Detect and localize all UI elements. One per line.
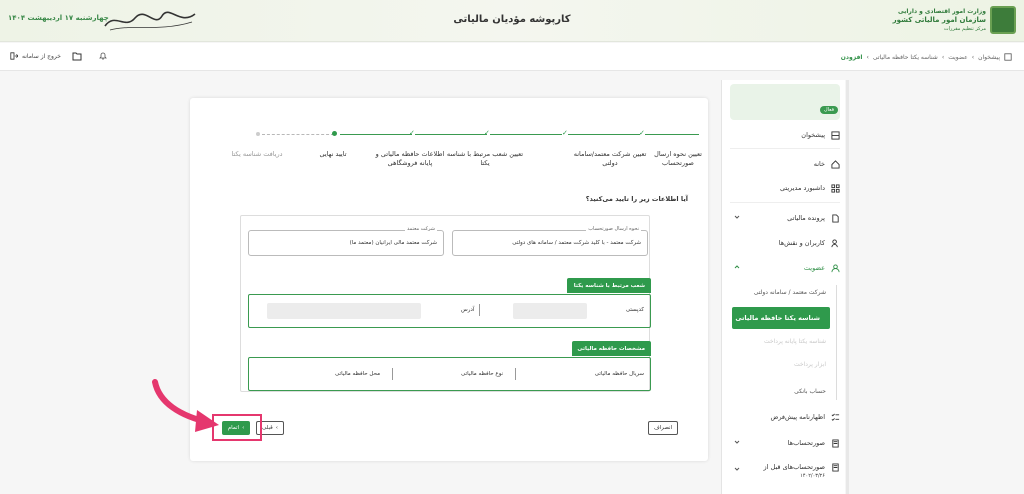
invoice-icon	[832, 438, 839, 448]
serial-label: سریال حافظه مالیاتی	[594, 371, 644, 377]
step-trusted-company: تعیین شرکت معتمد/سامانه دولتی	[573, 150, 647, 167]
sidebar-sub-trusted-company[interactable]: شرکت معتمد / سامانه دولتی	[736, 289, 826, 296]
current-step-dot	[332, 131, 337, 136]
checklist-icon	[831, 413, 840, 421]
sidebar-item-label: صورتحساب‌ها	[787, 439, 825, 447]
logout-button[interactable]: خروج از سامانه	[10, 52, 61, 60]
sidebar: فعال پیشخوان خانه داشبورد مدیریتی پرونده…	[721, 80, 845, 494]
step-receive-id: دریافت شناسه یکتا	[231, 150, 283, 158]
invoice-icon	[832, 463, 839, 472]
send-method-field: نحوه ارسال صورتحساب شرکت معتمد - با کلید…	[452, 226, 648, 256]
cancel-button[interactable]: انصراف	[648, 421, 678, 435]
sidebar-item-tax-file[interactable]: پرونده مالیاتی	[730, 211, 840, 225]
confirm-question: آیا اطلاعات زیر را تایید می‌کنید؟	[585, 195, 688, 203]
branches-box: کدپستی آدرس	[248, 294, 651, 328]
memory-box: سریال حافظه مالیاتی نوع حافظه مالیاتی مح…	[248, 357, 651, 391]
step-line-pending	[262, 134, 334, 135]
folder-add-icon[interactable]	[72, 51, 82, 61]
chevron-up-icon	[734, 265, 740, 269]
user-card: فعال	[730, 84, 840, 120]
grid-icon	[831, 183, 840, 193]
chevron-down-icon	[734, 215, 740, 219]
sidebar-item-label: پیشخوان	[801, 131, 825, 139]
address-value	[267, 303, 421, 319]
sidebar-item-label: خانه	[813, 160, 825, 168]
sidebar-item-date: ۱۴۰۲/۰۳/۲۶	[800, 473, 825, 479]
sidebar-item-membership[interactable]: عضویت	[730, 261, 840, 275]
page-title: کارپوشه مؤدیان مالیاتی	[453, 14, 571, 25]
location-label: محل حافظه مالیاتی	[335, 371, 381, 377]
check-icon: ✓	[409, 129, 415, 137]
check-icon: ✓	[562, 129, 568, 137]
bell-icon[interactable]	[98, 51, 108, 61]
wizard-card: ✓ ✓ ✓ ✓ تعیین نحوه ارسال صورتحساب تعیین …	[190, 98, 708, 461]
step-send-method: تعیین نحوه ارسال صورتحساب	[654, 150, 702, 167]
branches-header: شعب مرتبط با شناسه یکتا	[567, 278, 651, 293]
step-line	[568, 134, 640, 135]
address-label: آدرس	[461, 307, 475, 313]
sidebar-item-label: عضویت	[803, 264, 825, 272]
postal-code-label: کدپستی	[625, 307, 644, 313]
organization-logo: وزارت امور اقتصادی و دارایی سازمان امور …	[893, 6, 1016, 36]
sidebar-item-dashboard[interactable]: پیشخوان	[730, 128, 840, 142]
check-icon: ✓	[639, 129, 645, 137]
sidebar-item-label: پرونده مالیاتی	[787, 214, 825, 222]
sidebar-item-users-roles[interactable]: کاربران و نقش‌ها	[730, 236, 840, 250]
status-badge: فعال	[820, 106, 838, 114]
user-icon	[831, 263, 840, 272]
sidebar-item-label: داشبورد مدیریتی	[779, 184, 825, 192]
sidebar-item-label: صورتحساب‌های قبل از	[763, 463, 825, 471]
chevron-left-icon: ‹	[275, 425, 278, 431]
logout-icon	[10, 52, 18, 60]
chevron-down-icon	[734, 467, 740, 471]
sidebar-item-home[interactable]: خانه	[730, 157, 840, 171]
previous-label: قبلی	[262, 425, 273, 431]
pointer-arrow-icon	[152, 379, 219, 432]
sidebar-item-old-invoices[interactable]: صورتحساب‌های قبل از ۱۴۰۲/۰۳/۲۶	[730, 463, 840, 485]
step-memory-info: اطلاعات حافظه مالیاتی و پایانه فروشگاهی	[375, 150, 445, 167]
users-icon	[831, 238, 838, 247]
top-toolbar: خروج از سامانه پیشخوان › عضویت › شناسه ی…	[0, 43, 1024, 71]
sidebar-item-label: اظهارنامه پیش‌فرض	[770, 413, 825, 421]
dashboard-icon	[831, 130, 840, 140]
chevron-down-icon	[734, 440, 740, 444]
emblem-icon	[990, 6, 1016, 34]
memory-header: مشخصات حافظه مالیاتی	[572, 341, 651, 356]
step-line	[490, 134, 562, 135]
dashboard-icon	[1004, 53, 1012, 61]
logout-label: خروج از سامانه	[22, 52, 61, 60]
sidebar-scrollbar[interactable]	[846, 80, 849, 494]
summary-panel: نحوه ارسال صورتحساب شرکت معتمد - با کلید…	[240, 215, 651, 392]
breadcrumb-memory-id[interactable]: شناسه یکتا حافظه مالیاتی	[873, 54, 938, 61]
breadcrumb-dashboard[interactable]: پیشخوان	[978, 54, 1000, 61]
sidebar-sub-terminal-id: شناسه یکتا پایانه پرداخت	[763, 338, 826, 345]
sidebar-sub-bank-account[interactable]: حساب بانکی	[736, 388, 826, 395]
app-header: چهارشنبه ۱۷ اردیبهشت ۱۴۰۴ کارپوشه مؤدیان…	[0, 0, 1024, 42]
step-final-confirm: تایید نهایی	[319, 150, 347, 158]
sidebar-item-invoices[interactable]: صورتحساب‌ها	[730, 436, 840, 450]
breadcrumb-membership[interactable]: عضویت	[948, 54, 967, 61]
sidebar-item-label: کاربران و نقش‌ها	[778, 239, 825, 247]
postal-code-value	[513, 303, 587, 319]
trusted-company-field: شرکت معتمد شرکت معتمد مالی ایرانیان (معت…	[248, 226, 444, 256]
check-icon: ✓	[484, 129, 490, 137]
file-icon	[832, 213, 839, 223]
sidebar-item-default-declaration[interactable]: اظهارنامه پیش‌فرض	[730, 410, 840, 424]
step-line	[645, 134, 699, 135]
step-line	[415, 134, 487, 135]
breadcrumb: پیشخوان › عضویت › شناسه یکتا حافظه مالیا…	[841, 53, 1012, 61]
sidebar-item-management-dashboard[interactable]: داشبورد مدیریتی	[730, 181, 840, 195]
step-line	[340, 134, 412, 135]
sidebar-sub-payment-tool: ابزار پرداخت	[793, 361, 826, 368]
sidebar-sub-memory-id[interactable]: شناسه یکتا حافظه مالیاتی	[732, 307, 830, 329]
step-branches: تعیین شعب مرتبط با شناسه یکتا	[446, 150, 524, 167]
home-icon	[831, 159, 840, 169]
pending-step-dot	[256, 132, 260, 136]
breadcrumb-current: افزودن	[840, 53, 863, 61]
type-label: نوع حافظه مالیاتی	[461, 371, 504, 377]
